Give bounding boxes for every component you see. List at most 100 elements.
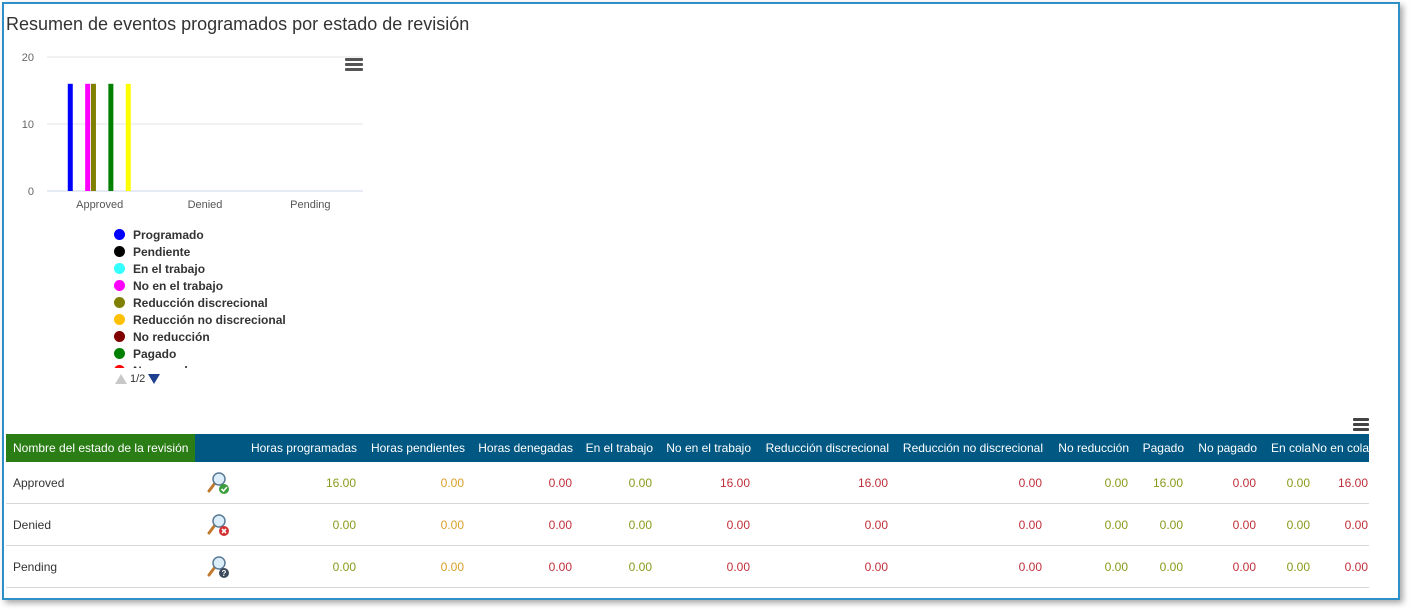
bar-no-en-el-trabajo-approved[interactable] [85, 83, 91, 191]
legend-label: No reducción [133, 329, 210, 344]
table-cell: 16.00 [751, 462, 889, 504]
legend-item[interactable]: Reducción no discrecional [114, 311, 374, 328]
bar-reducción-discrecional-approved[interactable] [90, 83, 96, 191]
table-cell: 0.00 [465, 462, 573, 504]
legend-label: Pendiente [133, 244, 191, 259]
table-row: Approved 16.00 0.00 0.00 0.00 16.00 16.00 0.00 0… [6, 462, 1369, 504]
legend-marker-icon [114, 263, 125, 274]
table-cell: 0.00 [1257, 503, 1311, 546]
legend-item[interactable]: Pagado [114, 345, 374, 362]
table-row: Pending? 0.00 0.00 0.00 0.00 0.00 0.00 0.00 0.00… [6, 545, 1369, 588]
bar-programado-approved[interactable] [67, 83, 73, 191]
y-tick-label: 10 [22, 119, 34, 131]
table-cell: 0.00 [573, 462, 653, 504]
table-cell: 0.00 [573, 503, 653, 546]
column-header[interactable]: No reducción [1043, 434, 1129, 462]
table-cell: 0.00 [653, 545, 751, 588]
x-tick-label: Pending [290, 199, 330, 211]
table-cell: 0.00 [1184, 545, 1257, 588]
column-header-review-status-name[interactable]: Nombre del estado de la revisión [6, 434, 195, 462]
table-cell: 0.00 [1257, 545, 1311, 588]
table-cell: 0.00 [1043, 503, 1129, 546]
row-detail-cell: ? [195, 545, 240, 588]
chart-menu-icon[interactable] [345, 58, 363, 74]
table-cell: 0.00 [357, 503, 465, 546]
column-header[interactable]: Reducción discrecional [751, 434, 889, 462]
legend-marker-icon [114, 297, 125, 308]
column-header[interactable]: No en cola [1311, 434, 1369, 462]
row-status-name: Denied [6, 503, 195, 546]
column-header[interactable]: Horas programadas [240, 434, 357, 462]
table-cell: 0.00 [751, 503, 889, 546]
table-cell: 0.00 [357, 462, 465, 504]
column-header[interactable]: Reducción no discrecional [889, 434, 1043, 462]
table-cell: 0.00 [1129, 545, 1184, 588]
legend-label: Reducción no discrecional [133, 312, 286, 327]
legend-page-indicator: 1/2 [130, 373, 146, 385]
legend-pager: 1/2 [115, 373, 161, 385]
table-cell: 0.00 [465, 503, 573, 546]
legend-marker-icon [114, 229, 125, 240]
magnifier-x-icon[interactable] [206, 513, 230, 537]
x-tick-label: Approved [76, 199, 123, 211]
table-cell: 0.00 [1043, 545, 1129, 588]
table-cell: 0.00 [573, 545, 653, 588]
x-tick-label: Denied [188, 199, 223, 211]
legend-page-down-icon[interactable] [148, 374, 161, 384]
legend-item[interactable]: Reducción discrecional [114, 294, 374, 311]
legend-label: Reducción discrecional [133, 295, 268, 310]
table-menu-icon[interactable] [1353, 418, 1369, 432]
bar-pagado-approved[interactable] [108, 83, 114, 191]
magnifier-question-icon[interactable]: ? [206, 555, 230, 579]
table-cell: 16.00 [653, 462, 751, 504]
legend-label: No pagado [133, 364, 195, 369]
table-header-row: Nombre del estado de la revisión Horas pr… [6, 434, 1369, 462]
row-detail-cell [195, 503, 240, 546]
bar-no-en-cola-approved[interactable] [125, 83, 131, 191]
legend-item[interactable]: No pagado [114, 362, 374, 368]
table-cell: 16.00 [1311, 462, 1369, 504]
column-header[interactable]: No pagado [1184, 434, 1257, 462]
legend-item[interactable]: No reducción [114, 328, 374, 345]
legend-item[interactable]: Pendiente [114, 243, 374, 260]
legend-item[interactable]: En el trabajo [114, 260, 374, 277]
table-cell: 0.00 [653, 503, 751, 546]
review-status-table: Nombre del estado de la revisión Horas pr… [6, 434, 1369, 588]
y-tick-label: 20 [22, 52, 34, 64]
y-tick-label: 0 [28, 186, 34, 198]
table-cell: 0.00 [751, 545, 889, 588]
column-header[interactable]: En el trabajo [573, 434, 653, 462]
legend-label: Programado [133, 227, 204, 242]
table-cell: 0.00 [240, 503, 357, 546]
table-row: Denied 0.00 0.00 0.00 0.00 0.00 0.00 0.00 0.00 0.… [6, 503, 1369, 546]
table-cell: 0.00 [1311, 545, 1369, 588]
table-cell: 16.00 [240, 462, 357, 504]
row-status-name: Approved [6, 462, 195, 504]
column-header-icon[interactable] [195, 434, 240, 462]
magnifier-check-icon[interactable] [206, 471, 230, 495]
legend-marker-icon [114, 348, 125, 359]
table-cell: 0.00 [889, 545, 1043, 588]
column-header[interactable]: Horas denegadas [465, 434, 573, 462]
bar-chart: 0 10 20 Approved Denied Pending [22, 52, 363, 211]
table-cell: 0.00 [240, 545, 357, 588]
legend-item[interactable]: Programado [114, 226, 374, 243]
column-header[interactable]: Pagado [1129, 434, 1184, 462]
table-cell: 0.00 [1311, 503, 1369, 546]
table-cell: 0.00 [1129, 503, 1184, 546]
table-cell: 0.00 [1043, 462, 1129, 504]
svg-text:?: ? [221, 569, 226, 578]
row-detail-cell [195, 462, 240, 504]
table-cell: 0.00 [889, 462, 1043, 504]
column-header[interactable]: Horas pendientes [357, 434, 465, 462]
legend-marker-icon [114, 314, 125, 325]
legend-marker-icon [114, 331, 125, 342]
legend-label: No en el trabajo [133, 278, 224, 293]
legend-page-up-icon[interactable] [115, 374, 127, 384]
chart-legend: Programado Pendiente En el trabajo No en el… [114, 226, 374, 368]
table-cell: 0.00 [1184, 462, 1257, 504]
column-header[interactable]: No en el trabajo [653, 434, 751, 462]
legend-item[interactable]: No en el trabajo [114, 277, 374, 294]
legend-label: Pagado [133, 346, 177, 361]
column-header[interactable]: En cola [1257, 434, 1311, 462]
